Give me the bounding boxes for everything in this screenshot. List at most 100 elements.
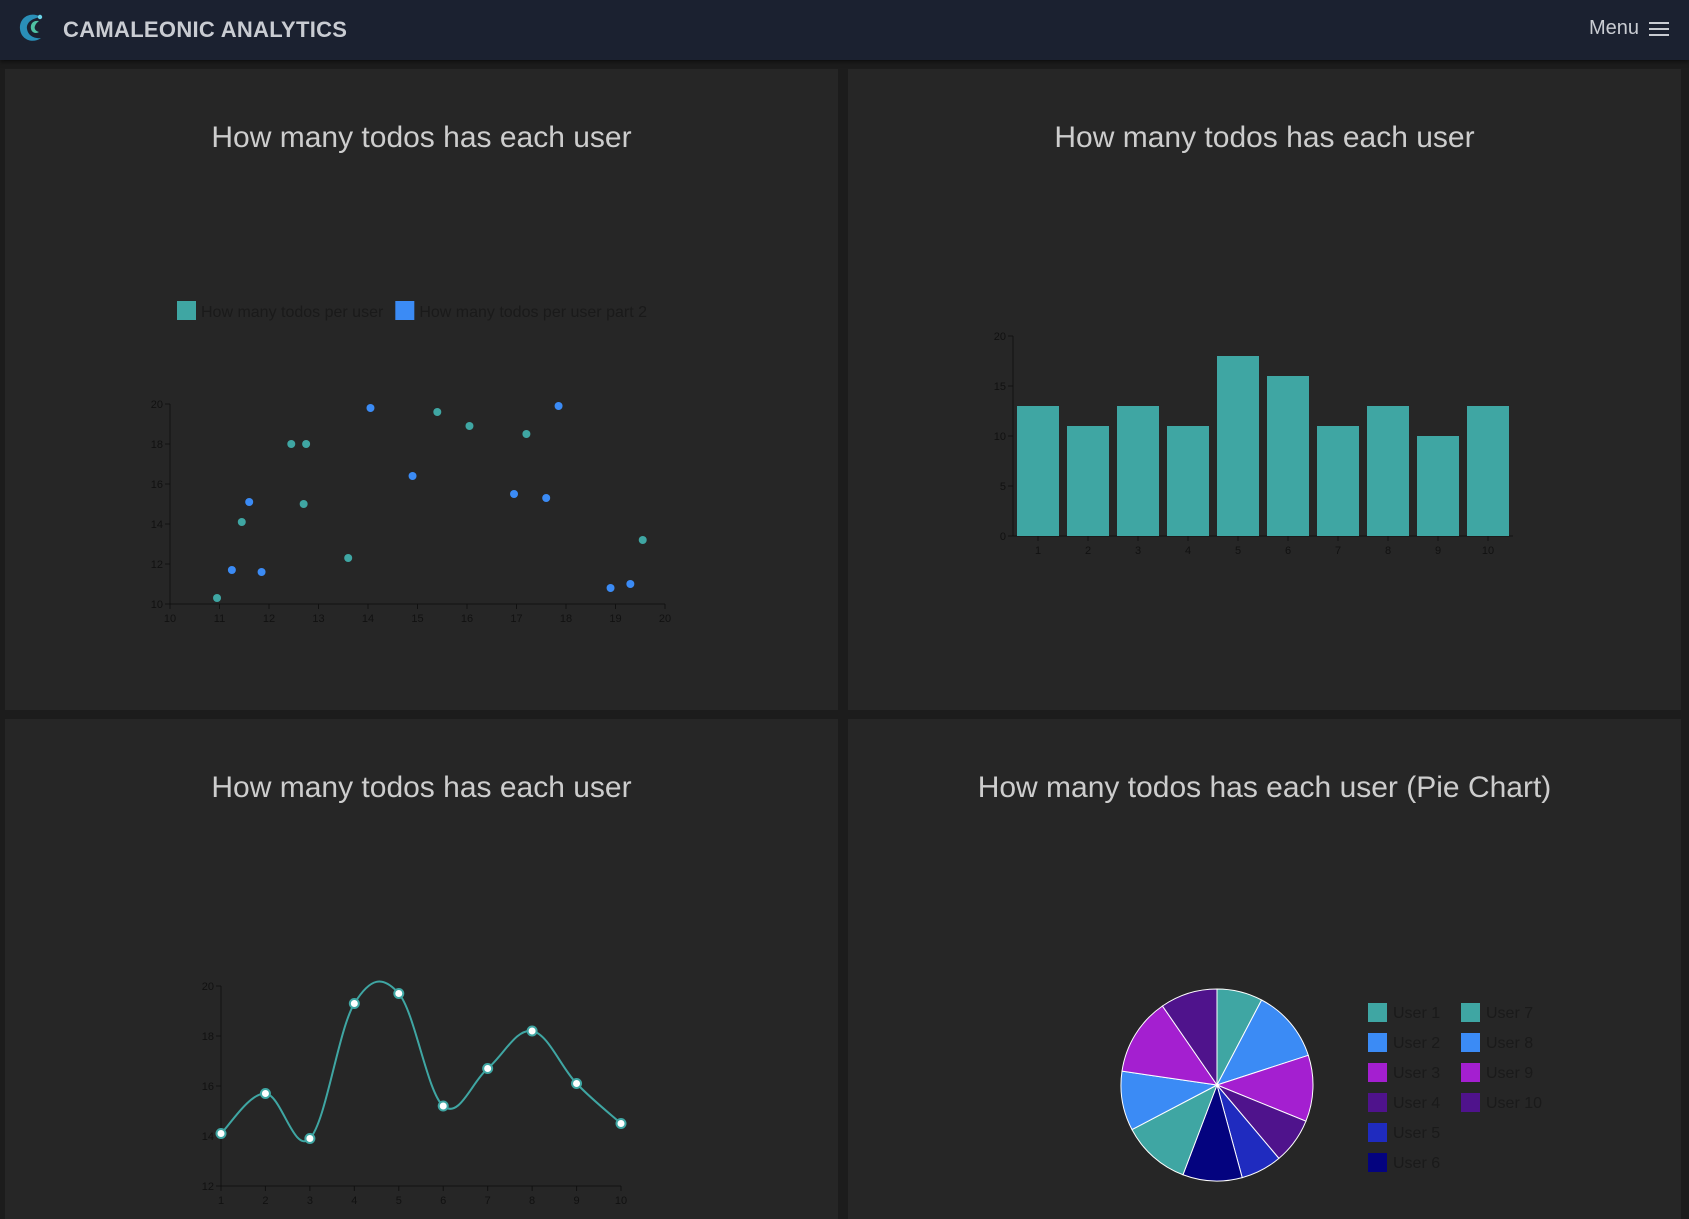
x-tick-label: 3 (1135, 545, 1141, 557)
scatter-chart-panel: How many todos has each user 10 11 12 13 14 1… (5, 69, 838, 710)
bar (1167, 426, 1209, 536)
legend-label: User 8 (1486, 1035, 1533, 1052)
legend-swatch (1461, 1093, 1480, 1112)
x-tick-label: 18 (560, 613, 572, 625)
line-chart: 12141618201 2 3 4 5 6 7 8 9 10 (202, 980, 627, 1207)
x-tick-label: 12 (263, 613, 275, 625)
top-navbar: CAMALEONIC ANALYTICS Menu (0, 0, 1689, 60)
scatter-point (638, 536, 647, 544)
line-point (393, 988, 405, 999)
x-tick-label: 1 (218, 1195, 224, 1207)
bar-chart: 0 5 10 15 20 1 2 3 4 5 6 7 8 9 10 (994, 331, 1513, 557)
scatter-point (213, 594, 222, 602)
scatter-point (245, 498, 254, 506)
legend-swatch (177, 301, 196, 320)
scatter-point (522, 430, 531, 438)
bar-chart-panel: How many todos has each user 0 5 10 15 20 1 2 3… (848, 69, 1681, 710)
line-point (437, 1100, 449, 1112)
legend-label: User 7 (1486, 1005, 1533, 1022)
legend-swatch (1368, 1153, 1387, 1172)
app-brand[interactable]: CAMALEONIC ANALYTICS (63, 17, 347, 43)
y-tick-label: 20 (994, 331, 1006, 343)
x-tick-label: 4 (1185, 545, 1191, 557)
pie-chart-panel: How many todos has each user (Pie Chart)… (848, 719, 1681, 1219)
x-tick-label: 3 (307, 1195, 313, 1207)
scatter-point (510, 490, 519, 498)
legend-swatch (1368, 1033, 1387, 1052)
scatter-point (408, 472, 417, 480)
y-tick-label: 20 (151, 399, 163, 411)
scatter-point (257, 568, 266, 576)
y-tick-label: 16 (202, 1081, 214, 1093)
legend-label: User 5 (1393, 1125, 1440, 1142)
y-tick-label: 14 (151, 519, 163, 531)
line-chart-panel: How many todos has each user 12 14 16 18 20 1… (5, 719, 838, 1219)
menu-button[interactable]: Menu (1589, 17, 1671, 40)
bar (1067, 426, 1109, 536)
x-tick-label: 11 (214, 613, 225, 625)
scatter-point (299, 500, 308, 508)
line-point (482, 1063, 494, 1074)
x-tick-label: 5 (396, 1195, 402, 1207)
scatter-point (542, 494, 551, 502)
y-tick-label: 10 (994, 431, 1006, 443)
scatter-point (344, 554, 353, 562)
hamburger-icon (1649, 21, 1671, 37)
bar (1467, 406, 1509, 536)
y-tick-label: 12 (202, 1181, 214, 1193)
x-tick-label: 9 (573, 1195, 579, 1207)
x-tick-label: 7 (1335, 545, 1341, 557)
scatter-point (302, 440, 311, 448)
x-tick-label: 13 (312, 613, 324, 625)
scatter-point (554, 402, 563, 410)
x-tick-label: 1 (1035, 545, 1041, 557)
line-point (571, 1078, 583, 1089)
scatter-point (227, 566, 236, 574)
scatter-point (465, 422, 474, 430)
legend-swatch (1368, 1093, 1387, 1112)
legend-label: User 6 (1393, 1155, 1440, 1172)
y-tick-label: 20 (202, 981, 214, 993)
scatter-point (287, 440, 296, 448)
pie-chart: User 1 User 2 User 3 User 4 User 5 User 6 User… (1120, 988, 1542, 1182)
scatter-point (626, 580, 635, 588)
scatter-point (366, 404, 375, 412)
x-tick-label: 15 (411, 613, 423, 625)
x-tick-label: 17 (510, 613, 522, 625)
bar (1317, 426, 1359, 536)
x-tick-label: 8 (1385, 545, 1391, 557)
line-point (259, 1088, 271, 1099)
legend-label: User 2 (1393, 1035, 1440, 1052)
x-tick-label: 10 (615, 1195, 627, 1207)
x-tick-label: 10 (164, 613, 176, 625)
y-tick-label: 14 (202, 1131, 214, 1143)
bar (1367, 406, 1409, 536)
x-tick-label: 2 (262, 1195, 268, 1207)
legend-swatch (1368, 1123, 1387, 1142)
legend-swatch (1461, 1033, 1480, 1052)
bar (1117, 406, 1159, 536)
scatter-chart: 10 11 12 13 14 15 16 17 18 19 20 10 12 14 16 18 20 How ma… (151, 301, 671, 625)
legend-label: User 3 (1393, 1065, 1440, 1082)
scatter-point (606, 584, 615, 592)
x-tick-label: 5 (1235, 545, 1241, 557)
x-tick-label: 20 (659, 613, 671, 625)
y-tick-label: 10 (151, 599, 163, 611)
legend-swatch (395, 301, 415, 320)
x-tick-label: 7 (485, 1195, 491, 1207)
legend-label: User 1 (1393, 1005, 1440, 1022)
camaleon-logo-icon[interactable] (17, 11, 47, 45)
scatter-point (433, 408, 442, 416)
bar (1217, 356, 1259, 536)
x-tick-label: 19 (609, 613, 621, 625)
y-tick-label: 18 (202, 1031, 214, 1043)
x-tick-label: 9 (1435, 545, 1441, 557)
y-tick-label: 16 (151, 479, 163, 491)
menu-label: Menu (1588, 17, 1639, 39)
legend-label: User 4 (1393, 1095, 1440, 1112)
x-tick-label: 14 (362, 613, 374, 625)
x-tick-label: 8 (529, 1195, 535, 1207)
legend-label: How many todos per user (201, 304, 384, 321)
bar (1267, 376, 1309, 536)
legend-label: User 9 (1486, 1065, 1533, 1082)
